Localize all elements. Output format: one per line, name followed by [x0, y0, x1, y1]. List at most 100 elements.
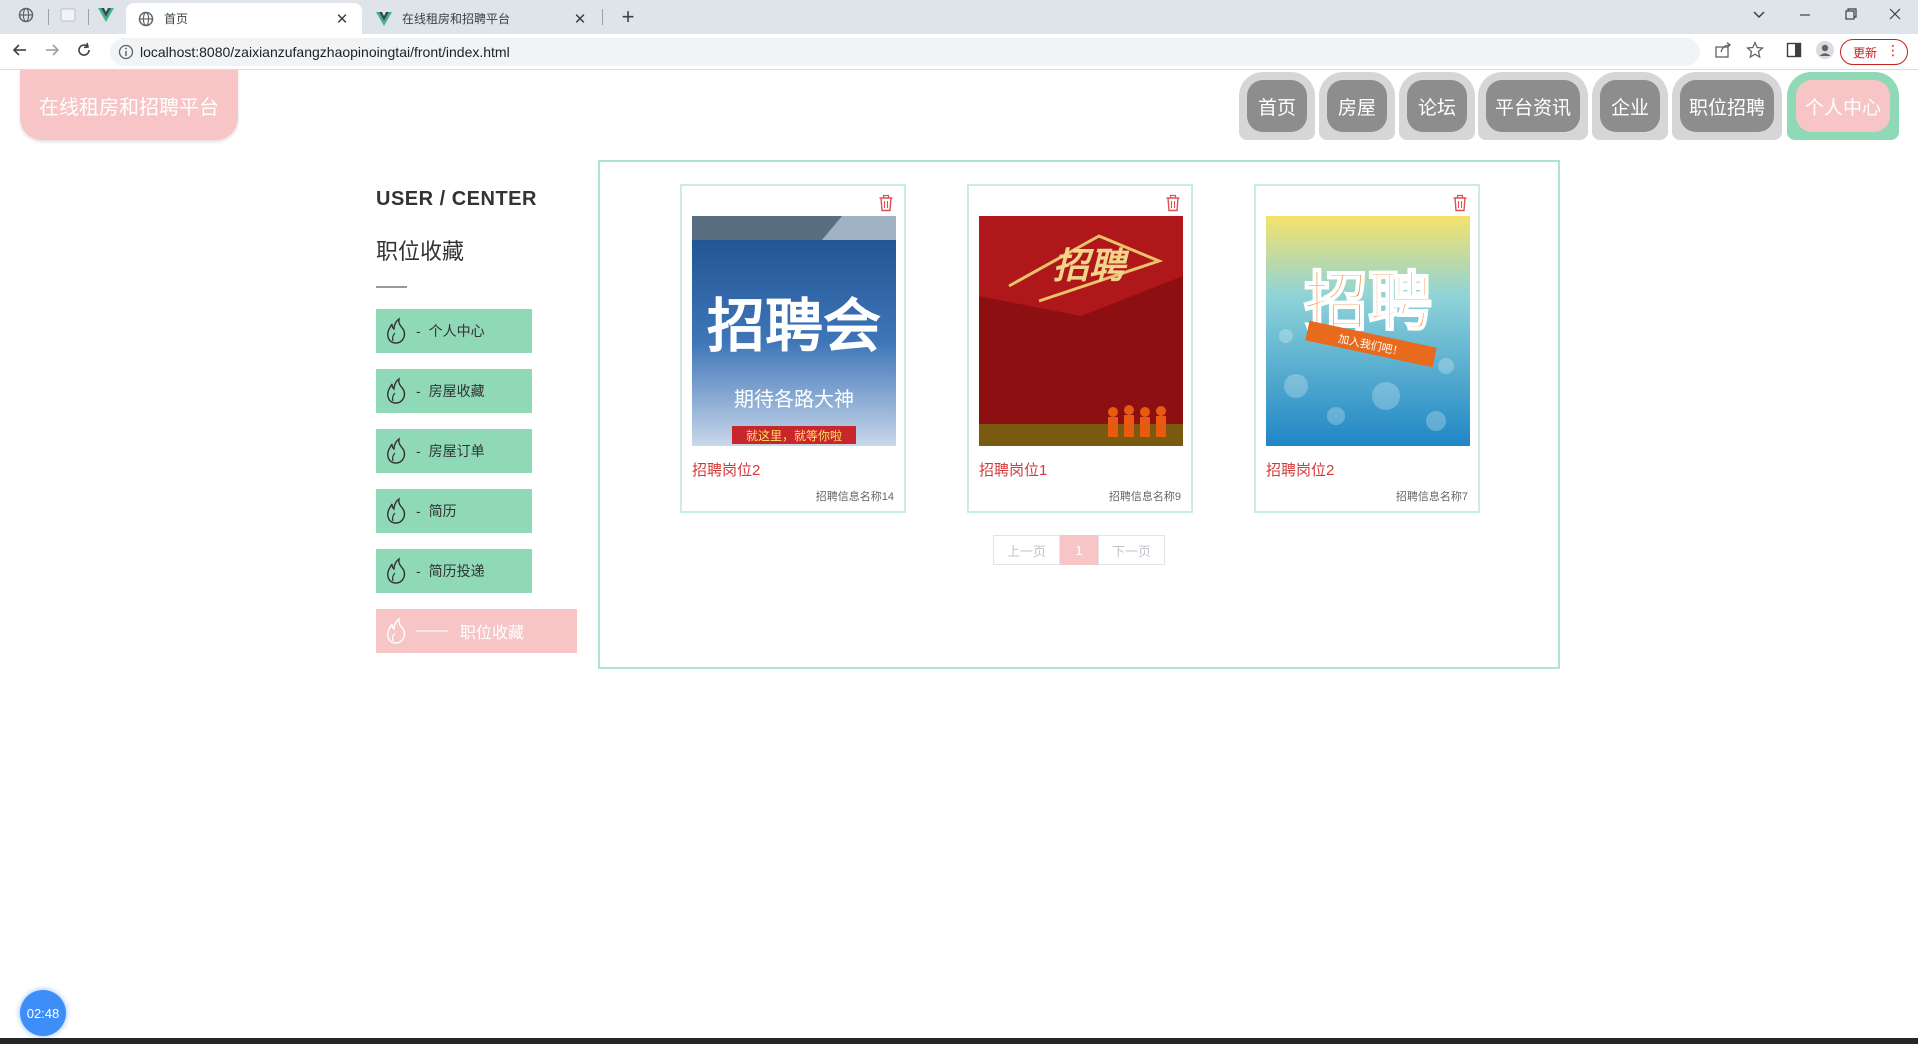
share-button[interactable] — [1714, 41, 1734, 63]
item-dash: - — [416, 383, 421, 399]
nav-companies[interactable]: 企业 — [1592, 72, 1668, 140]
update-label: 更新 — [1853, 45, 1878, 60]
image-caption: 期待各路大神 — [734, 387, 854, 411]
item-dash: —— — [416, 622, 448, 639]
image-banner: 就这里，就等你啦 — [746, 428, 842, 443]
nav-user-center[interactable]: 个人中心 — [1787, 72, 1899, 140]
nav-news[interactable]: 平台资讯 — [1478, 72, 1588, 140]
job-title[interactable]: 招聘岗位2 — [692, 459, 760, 480]
trash-icon[interactable] — [1165, 194, 1181, 212]
tab-platform[interactable]: 在线租房和招聘平台 ✕ — [364, 3, 600, 34]
job-image[interactable]: 招聘 加入我们吧！ — [1266, 216, 1470, 446]
bookmark-button[interactable] — [1745, 40, 1765, 64]
url-text[interactable]: localhost:8080/zaixianzufangzhaopinoingt… — [140, 44, 510, 60]
flame-icon — [387, 497, 406, 524]
job-card[interactable]: 招聘 招聘岗位1 招聘信息名称9 — [967, 184, 1193, 513]
nav-jobs[interactable]: 职位招聘 — [1672, 72, 1782, 140]
job-image[interactable]: 招聘 — [979, 216, 1183, 446]
nav-user-center-label: 个人中心 — [1796, 80, 1890, 132]
job-info-name: 招聘信息名称9 — [1108, 491, 1181, 503]
divider — [376, 286, 407, 288]
item-dash: - — [416, 563, 421, 579]
close-icon[interactable]: ✕ — [334, 11, 350, 28]
chevron-down-icon — [1752, 7, 1766, 23]
close-icon[interactable]: ✕ — [572, 11, 588, 28]
flame-icon — [387, 377, 406, 404]
sidebar-item-label: 简历 — [428, 503, 457, 519]
image-title: 招聘会 — [707, 292, 881, 360]
new-tab-button[interactable]: + — [614, 4, 642, 30]
address-bar[interactable]: localhost:8080/zaixianzufangzhaopinoingt… — [110, 38, 1700, 66]
restore-button[interactable] — [1828, 0, 1874, 30]
pinned-tab-blank[interactable] — [48, 4, 88, 30]
user-center-title: USER / CENTER — [376, 188, 537, 210]
sidebar-item-label: 房屋订单 — [428, 443, 485, 459]
nav-companies-label: 企业 — [1600, 80, 1660, 132]
vue-logo-icon — [98, 7, 114, 27]
tab-title: 在线租房和招聘平台 — [402, 12, 511, 26]
sidebar-item-house-orders[interactable]: - 房屋订单 — [376, 429, 532, 473]
sidebar-item-label: 简历投递 — [428, 563, 485, 579]
tab-title: 首页 — [164, 12, 189, 26]
reload-button[interactable] — [70, 38, 98, 66]
window-close-button[interactable] — [1872, 0, 1918, 30]
nav-home-label: 首页 — [1247, 80, 1307, 132]
close-icon — [1889, 7, 1901, 23]
minimize-button[interactable] — [1782, 0, 1828, 30]
recording-timer[interactable]: 02:48 — [20, 990, 66, 1036]
job-card[interactable]: 招聘会 期待各路大神 就这里，就等你啦 招聘岗位2 招聘信息名称14 — [680, 184, 906, 513]
item-dash: - — [416, 503, 421, 519]
profile-button[interactable] — [1815, 40, 1835, 62]
nav-houses[interactable]: 房屋 — [1319, 72, 1395, 140]
sidebar-item-house-favorites[interactable]: - 房屋收藏 — [376, 369, 532, 413]
info-icon[interactable] — [118, 44, 134, 60]
job-info-name: 招聘信息名称7 — [1395, 491, 1468, 503]
taskbar-edge — [0, 1038, 1918, 1044]
browser-tab-strip: 首页 ✕ 在线租房和招聘平台 ✕ + — [0, 0, 1918, 34]
nav-jobs-label: 职位招聘 — [1680, 80, 1774, 132]
restore-icon — [1845, 7, 1857, 23]
side-panel-button[interactable] — [1784, 42, 1804, 62]
tab-search-button[interactable] — [1736, 0, 1782, 30]
pinned-tab-vue[interactable] — [86, 4, 126, 30]
image-title: 招聘 — [1053, 245, 1130, 287]
share-icon — [1715, 41, 1733, 63]
job-card[interactable]: 招聘 加入我们吧！ 招聘岗位2 招聘信息名称7 — [1254, 184, 1480, 513]
job-title[interactable]: 招聘岗位1 — [979, 459, 1047, 480]
job-title[interactable]: 招聘岗位2 — [1266, 459, 1334, 480]
job-image[interactable]: 招聘会 期待各路大神 就这里，就等你啦 — [692, 216, 896, 446]
tab-home[interactable]: 首页 ✕ — [126, 3, 362, 34]
sidebar-item-resume[interactable]: - 简历 — [376, 489, 532, 533]
sidebar-item-label: 职位收藏 — [460, 625, 525, 642]
sidebar-item-profile[interactable]: - 个人中心 — [376, 309, 532, 353]
star-icon — [1745, 40, 1765, 64]
sidebar-item-label: 个人中心 — [428, 323, 485, 339]
browser-toolbar: localhost:8080/zaixianzufangzhaopinoingt… — [0, 34, 1918, 70]
flame-icon — [387, 617, 406, 644]
update-button[interactable]: 更新 ⋮ — [1840, 39, 1908, 65]
prev-page-button[interactable]: 上一页 — [993, 535, 1060, 565]
item-dash: - — [416, 323, 421, 339]
nav-houses-label: 房屋 — [1327, 80, 1387, 132]
job-info-name: 招聘信息名称14 — [815, 491, 894, 503]
next-page-button[interactable]: 下一页 — [1098, 535, 1165, 565]
flame-icon — [387, 437, 406, 464]
nav-forum[interactable]: 论坛 — [1399, 72, 1475, 140]
page-icon — [60, 8, 76, 27]
page-subtitle: 职位收藏 — [376, 239, 465, 264]
nav-home[interactable]: 首页 — [1239, 72, 1315, 140]
sidebar-item-resume-submissions[interactable]: - 简历投递 — [376, 549, 532, 593]
forward-button[interactable] — [38, 38, 66, 66]
reload-icon — [76, 42, 92, 63]
current-page-button[interactable]: 1 — [1060, 535, 1098, 565]
nav-news-label: 平台资讯 — [1486, 80, 1580, 132]
pinned-tab-globe[interactable] — [6, 4, 46, 30]
site-logo[interactable]: 在线租房和招聘平台 — [20, 70, 238, 140]
nav-forum-label: 论坛 — [1407, 80, 1467, 132]
flame-icon — [387, 317, 406, 344]
trash-icon[interactable] — [878, 194, 894, 212]
globe-icon — [138, 11, 154, 27]
back-button[interactable] — [6, 38, 34, 66]
sidebar-item-job-favorites[interactable]: —— 职位收藏 — [376, 609, 577, 653]
trash-icon[interactable] — [1452, 194, 1468, 212]
